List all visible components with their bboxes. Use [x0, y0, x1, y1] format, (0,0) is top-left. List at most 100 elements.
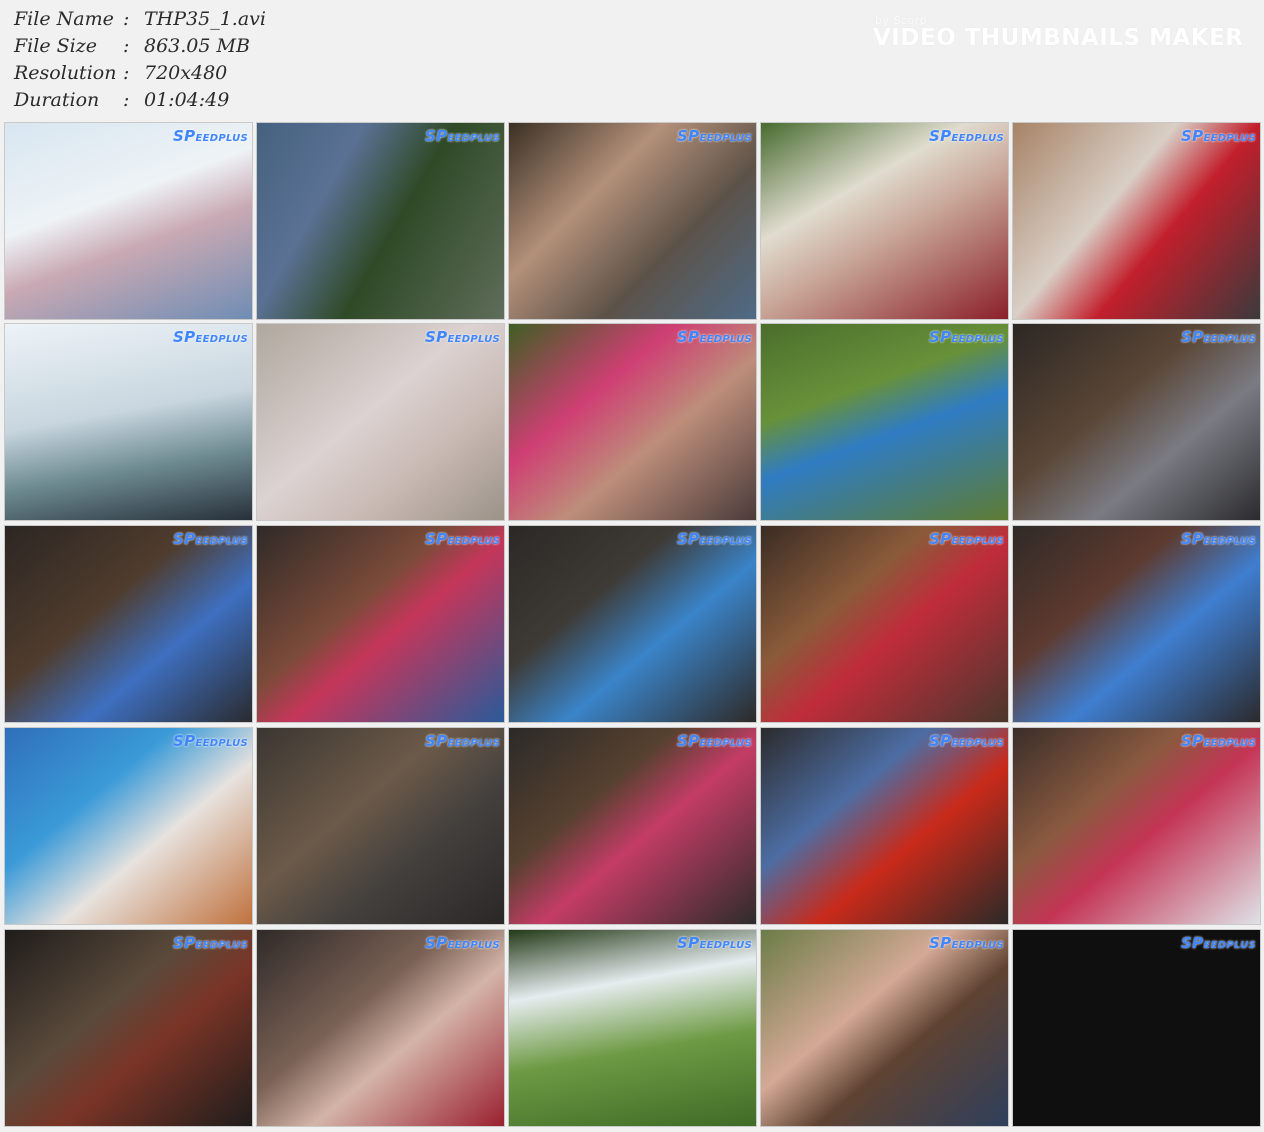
- speedplus-logo: SPEEDPLUS: [677, 934, 752, 952]
- video-thumbnail: SPEEDPLUS: [508, 929, 757, 1127]
- video-thumbnail: SPEEDPLUS: [256, 323, 505, 521]
- speedplus-logo: SPEEDPLUS: [929, 530, 1004, 548]
- speedplus-logo-text: EEDPLUS: [951, 940, 1004, 951]
- speedplus-logo-mark: SP: [929, 934, 952, 952]
- speedplus-logo-text: EEDPLUS: [447, 536, 500, 547]
- speedplus-logo-mark: SP: [1181, 328, 1204, 346]
- speedplus-logo: SPEEDPLUS: [173, 732, 248, 750]
- video-thumbnail: SPEEDPLUS: [1012, 323, 1261, 521]
- video-thumbnail: SPEEDPLUS: [760, 323, 1009, 521]
- speedplus-logo-mark: SP: [1181, 127, 1204, 145]
- speedplus-logo-mark: SP: [929, 530, 952, 548]
- speedplus-logo-mark: SP: [677, 328, 700, 346]
- speedplus-logo-text: EEDPLUS: [699, 536, 752, 547]
- speedplus-logo-mark: SP: [1181, 934, 1204, 952]
- speedplus-logo: SPEEDPLUS: [425, 732, 500, 750]
- video-thumbnail: SPEEDPLUS: [1012, 929, 1261, 1127]
- speedplus-logo-text: EEDPLUS: [195, 334, 248, 345]
- speedplus-logo-mark: SP: [425, 328, 448, 346]
- video-thumbnail: SPEEDPLUS: [1012, 122, 1261, 320]
- video-thumbnail: SPEEDPLUS: [1012, 525, 1261, 723]
- speedplus-logo-text: EEDPLUS: [447, 738, 500, 749]
- speedplus-logo: SPEEDPLUS: [1181, 530, 1256, 548]
- speedplus-logo: SPEEDPLUS: [1181, 732, 1256, 750]
- speedplus-logo: SPEEDPLUS: [173, 530, 248, 548]
- speedplus-logo-mark: SP: [173, 732, 196, 750]
- speedplus-logo: SPEEDPLUS: [173, 934, 248, 952]
- speedplus-logo-mark: SP: [677, 934, 700, 952]
- video-thumbnail: SPEEDPLUS: [760, 525, 1009, 723]
- video-thumbnail: SPEEDPLUS: [4, 525, 253, 723]
- speedplus-logo: SPEEDPLUS: [425, 530, 500, 548]
- speedplus-logo-mark: SP: [173, 127, 196, 145]
- speedplus-logo: SPEEDPLUS: [929, 732, 1004, 750]
- speedplus-logo-mark: SP: [173, 934, 196, 952]
- video-thumbnail: SPEEDPLUS: [508, 122, 757, 320]
- speedplus-logo-text: EEDPLUS: [447, 940, 500, 951]
- speedplus-logo-mark: SP: [929, 127, 952, 145]
- video-thumbnail: SPEEDPLUS: [760, 727, 1009, 925]
- speedplus-logo-mark: SP: [1181, 530, 1204, 548]
- speedplus-logo-text: EEDPLUS: [699, 334, 752, 345]
- speedplus-logo-mark: SP: [1181, 732, 1204, 750]
- speedplus-logo: SPEEDPLUS: [425, 328, 500, 346]
- speedplus-logo-text: EEDPLUS: [1203, 536, 1256, 547]
- speedplus-logo-mark: SP: [173, 328, 196, 346]
- video-thumbnail: SPEEDPLUS: [256, 122, 505, 320]
- speedplus-logo-text: EEDPLUS: [447, 133, 500, 144]
- speedplus-logo-text: EEDPLUS: [1203, 133, 1256, 144]
- video-thumbnail: SPEEDPLUS: [508, 323, 757, 521]
- speedplus-logo: SPEEDPLUS: [1181, 328, 1256, 346]
- speedplus-logo: SPEEDPLUS: [677, 328, 752, 346]
- speedplus-logo-mark: SP: [929, 732, 952, 750]
- speedplus-logo-text: EEDPLUS: [951, 738, 1004, 749]
- speedplus-logo-text: EEDPLUS: [699, 133, 752, 144]
- speedplus-logo: SPEEDPLUS: [929, 934, 1004, 952]
- video-thumbnail: SPEEDPLUS: [760, 929, 1009, 1127]
- speedplus-logo-mark: SP: [425, 127, 448, 145]
- speedplus-logo-mark: SP: [677, 732, 700, 750]
- speedplus-logo-text: EEDPLUS: [951, 334, 1004, 345]
- speedplus-logo: SPEEDPLUS: [425, 934, 500, 952]
- speedplus-logo-text: EEDPLUS: [699, 738, 752, 749]
- speedplus-logo: SPEEDPLUS: [677, 127, 752, 145]
- speedplus-logo: SPEEDPLUS: [929, 328, 1004, 346]
- video-thumbnail: SPEEDPLUS: [256, 525, 505, 723]
- speedplus-logo-mark: SP: [677, 127, 700, 145]
- speedplus-logo-mark: SP: [425, 530, 448, 548]
- speedplus-logo-text: EEDPLUS: [1203, 334, 1256, 345]
- speedplus-logo: SPEEDPLUS: [1181, 127, 1256, 145]
- speedplus-logo-text: EEDPLUS: [1203, 738, 1256, 749]
- video-thumbnail: SPEEDPLUS: [256, 929, 505, 1127]
- speedplus-logo: SPEEDPLUS: [677, 732, 752, 750]
- speedplus-logo: SPEEDPLUS: [677, 530, 752, 548]
- speedplus-logo-text: EEDPLUS: [195, 738, 248, 749]
- video-thumbnail: SPEEDPLUS: [1012, 727, 1261, 925]
- speedplus-logo-text: EEDPLUS: [195, 536, 248, 547]
- speedplus-logo: SPEEDPLUS: [173, 328, 248, 346]
- speedplus-logo-mark: SP: [425, 934, 448, 952]
- video-thumbnail: SPEEDPLUS: [760, 122, 1009, 320]
- speedplus-logo: SPEEDPLUS: [425, 127, 500, 145]
- speedplus-logo-text: EEDPLUS: [447, 334, 500, 345]
- thumbnail-grid: SPEEDPLUS SPEEDPLUS SPEEDPLUS SPEEDPLUS SPEE…: [0, 0, 1264, 1132]
- speedplus-logo-text: EEDPLUS: [699, 940, 752, 951]
- speedplus-logo-text: EEDPLUS: [951, 536, 1004, 547]
- speedplus-logo-mark: SP: [677, 530, 700, 548]
- video-thumbnail: SPEEDPLUS: [4, 323, 253, 521]
- speedplus-logo-text: EEDPLUS: [951, 133, 1004, 144]
- video-thumbnail: SPEEDPLUS: [4, 122, 253, 320]
- speedplus-logo-text: EEDPLUS: [195, 133, 248, 144]
- speedplus-logo-mark: SP: [425, 732, 448, 750]
- speedplus-logo-mark: SP: [929, 328, 952, 346]
- video-thumbnail: SPEEDPLUS: [4, 929, 253, 1127]
- video-thumbnail: SPEEDPLUS: [256, 727, 505, 925]
- speedplus-logo-text: EEDPLUS: [1203, 940, 1256, 951]
- speedplus-logo-mark: SP: [173, 530, 196, 548]
- speedplus-logo-text: EEDPLUS: [195, 940, 248, 951]
- video-thumbnail: SPEEDPLUS: [4, 727, 253, 925]
- speedplus-logo: SPEEDPLUS: [929, 127, 1004, 145]
- speedplus-logo: SPEEDPLUS: [173, 127, 248, 145]
- speedplus-logo: SPEEDPLUS: [1181, 934, 1256, 952]
- video-thumbnail: SPEEDPLUS: [508, 525, 757, 723]
